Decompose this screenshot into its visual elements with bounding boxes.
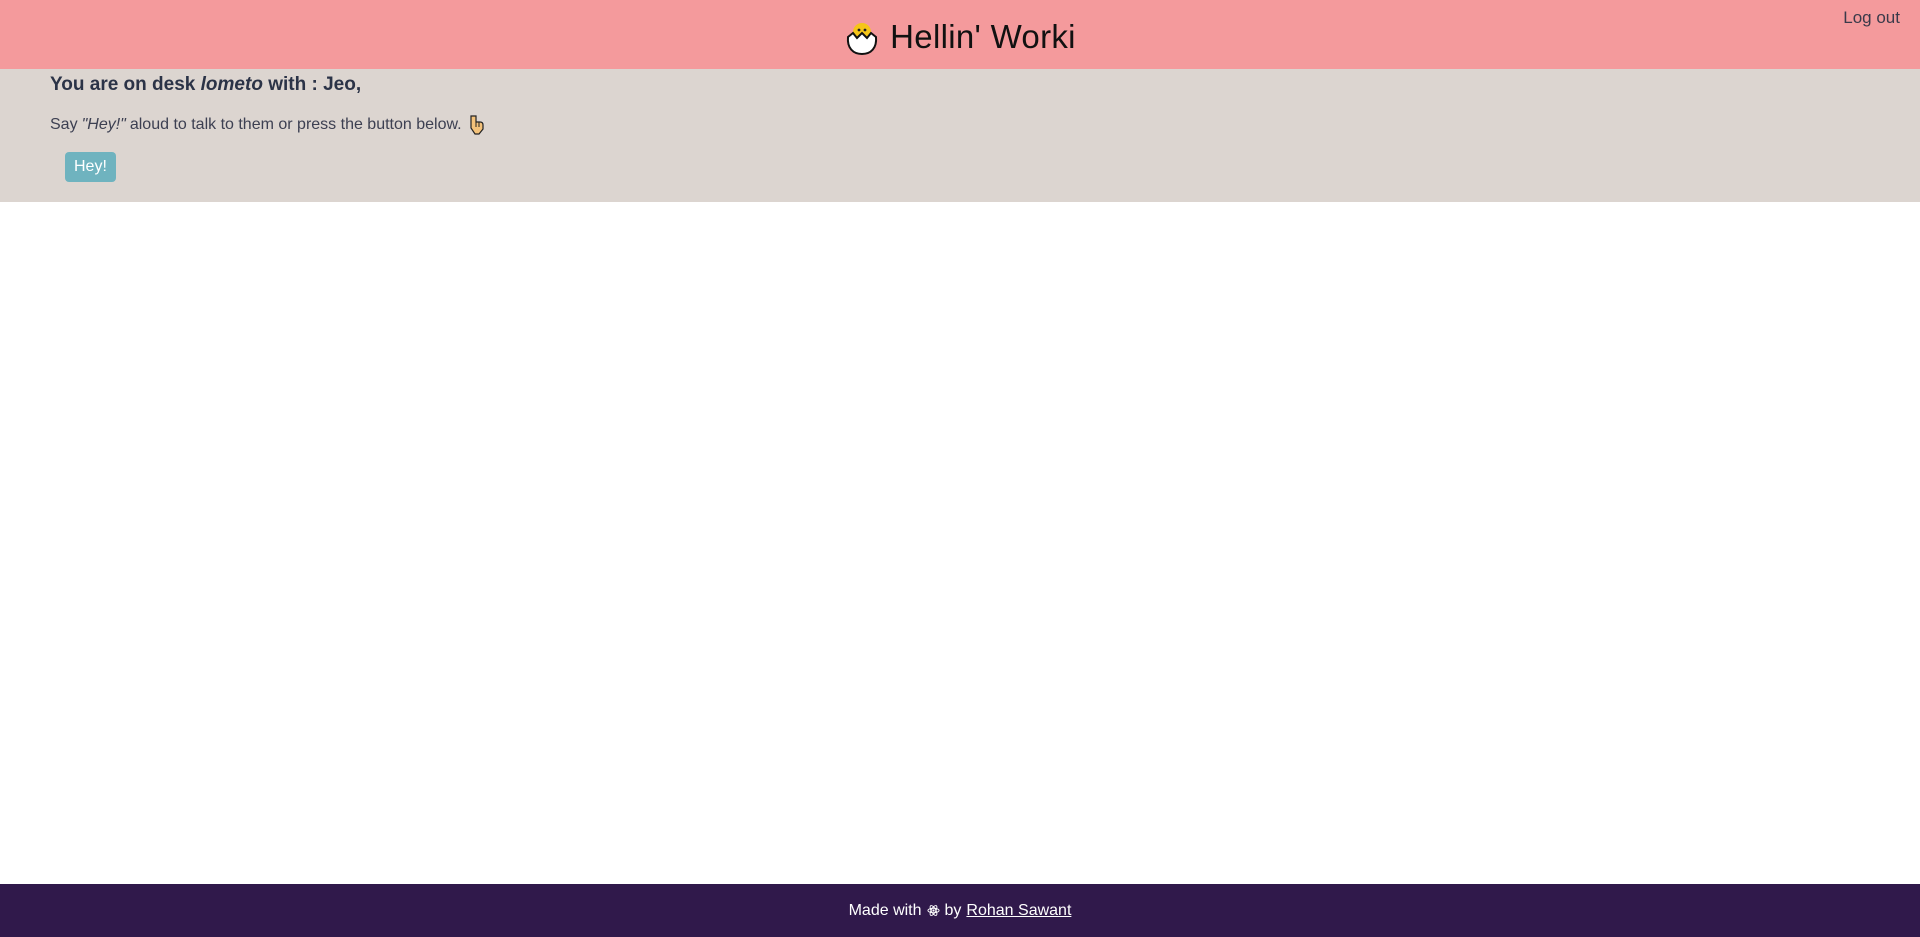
atom-icon — [926, 905, 940, 916]
author-link[interactable]: Rohan Sawant — [966, 902, 1071, 920]
desk-hint: Say "Hey!" aloud to talk to them or pres… — [50, 115, 484, 135]
footer-by: by — [944, 901, 962, 919]
hint-suffix: aloud to talk to them or press the butto… — [129, 116, 462, 133]
desk-panel: You are on desk lometo with : Jeo, Say "… — [0, 69, 1920, 202]
hint-quote: "Hey!" — [81, 116, 126, 133]
app-title: Hellin' Worki — [890, 17, 1076, 55]
hint-prefix: Say — [50, 116, 78, 133]
footer: Made with by Rohan Sawant — [0, 884, 1920, 937]
desk-name: lometo — [200, 74, 263, 95]
footer-made-with: Made with — [848, 901, 922, 919]
pointing-down-icon — [470, 115, 484, 135]
hatching-chick-icon — [847, 22, 878, 55]
hey-button[interactable]: Hey! — [65, 152, 116, 182]
desk-heading-prefix: You are on desk — [50, 74, 196, 95]
top-header: Hellin' Worki Log out — [0, 0, 1920, 69]
desk-heading: You are on desk lometo with : Jeo, — [50, 74, 361, 96]
logout-link[interactable]: Log out — [1843, 8, 1900, 28]
brand: Hellin' Worki — [0, 0, 1920, 73]
desk-heading-suffix: with : Jeo, — [268, 74, 362, 95]
